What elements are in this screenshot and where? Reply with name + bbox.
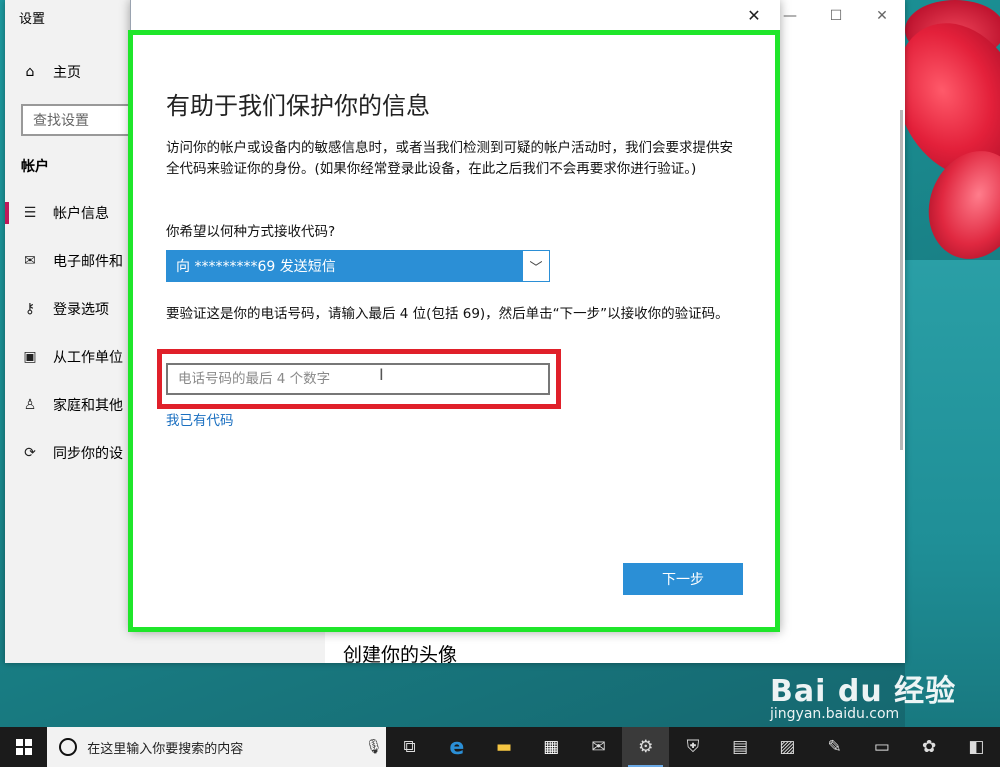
sidebar-item-label: 从工作单位 — [53, 350, 123, 366]
sidebar-item-signin-options[interactable]: ⚷ 登录选项 — [21, 297, 109, 321]
verify-instructions: 要验证这是你的电话号码，请输入最后 4 位(包括 69)，然后单击“下一步”以接… — [166, 306, 729, 322]
dialog-close-button[interactable]: ✕ — [742, 4, 766, 28]
start-button[interactable] — [0, 727, 47, 767]
watermark-url: jingyan.baidu.com — [770, 706, 900, 722]
text-cursor-icon: I — [379, 365, 384, 384]
search-placeholder: 查找设置 — [33, 113, 89, 129]
chevron-down-icon[interactable]: ﹀ — [522, 251, 549, 281]
window-controls: — ☐ ✕ — [767, 0, 905, 32]
key-icon: ⚷ — [24, 301, 36, 317]
sidebar-item-label: 主页 — [53, 65, 81, 81]
sidebar-item-label: 帐户信息 — [53, 206, 109, 222]
mail-app-icon[interactable]: ✉ — [575, 727, 622, 767]
person-card-icon: ☰ — [23, 205, 37, 221]
sidebar-item-account-info[interactable]: ☰ 帐户信息 — [21, 201, 109, 225]
section-heading: 帐户 — [21, 159, 49, 175]
window-title: 设置 — [19, 12, 46, 27]
next-button[interactable]: 下一步 — [623, 563, 743, 595]
sidebar-item-sync[interactable]: ⟳ 同步你的设 — [21, 441, 123, 465]
store-icon[interactable]: ▦ — [528, 727, 575, 767]
watermark-brand: Bai du 经验 — [770, 674, 957, 709]
document-app-icon[interactable]: ▨ — [764, 727, 811, 767]
windows-logo-icon — [15, 739, 32, 755]
sidebar-item-email[interactable]: ✉ 电子邮件和 — [21, 249, 123, 273]
edge-browser-icon[interactable]: e — [433, 727, 480, 767]
sidebar-item-home[interactable]: ⌂ 主页 — [21, 62, 81, 82]
mail-icon: ✉ — [24, 253, 36, 269]
last-four-digits-input[interactable] — [166, 363, 550, 395]
scrollbar[interactable] — [900, 110, 903, 450]
close-button[interactable]: ✕ — [859, 0, 905, 32]
sidebar-item-label: 家庭和其他 — [53, 398, 123, 414]
taskbar: 在这里输入你要搜索的内容 🎙 ⧉ e ▬ ▦ ✉ ⚙ ⛨ ▤ ▨ ✎ ▭ ✿ ◧ — [0, 727, 1000, 767]
sidebar-item-label: 登录选项 — [53, 302, 109, 318]
home-icon: ⌂ — [25, 64, 35, 80]
active-indicator — [5, 202, 9, 224]
wallpaper-region — [905, 260, 1000, 730]
settings-app-icon[interactable]: ⚙ — [622, 727, 670, 767]
network-app-icon[interactable]: ▭ — [858, 727, 905, 767]
selected-method: 向 *********69 发送短信 — [176, 259, 336, 275]
sidebar-item-label: 同步你的设 — [53, 446, 123, 462]
task-view-icon[interactable]: ⧉ — [386, 727, 433, 767]
sidebar-item-work-access[interactable]: ▣ 从工作单位 — [21, 345, 123, 369]
extra-app-icon[interactable]: ◧ — [953, 727, 1000, 767]
taskbar-search-text: 在这里输入你要搜索的内容 — [87, 741, 244, 757]
security-shield-icon[interactable]: ⛨ — [669, 727, 716, 767]
cortana-icon — [59, 738, 78, 756]
calculator-icon[interactable]: ▤ — [717, 727, 764, 767]
taskbar-search-box[interactable]: 在这里输入你要搜索的内容 🎙 — [47, 727, 386, 767]
briefcase-icon: ▣ — [23, 349, 37, 365]
sync-icon: ⟳ — [24, 445, 36, 461]
method-question: 你希望以何种方式接收代码? — [166, 224, 336, 240]
receive-method-dropdown[interactable]: 向 *********69 发送短信 ﹀ — [166, 250, 550, 282]
paint-app-icon[interactable]: ✎ — [811, 727, 858, 767]
microphone-icon[interactable]: 🎙 — [362, 739, 386, 755]
maximize-button[interactable]: ☐ — [813, 0, 859, 32]
person-add-icon: ♙ — [23, 397, 37, 413]
dialog-title: 有助于我们保护你的信息 — [166, 92, 430, 120]
palette-app-icon[interactable]: ✿ — [906, 727, 953, 767]
have-code-link[interactable]: 我已有代码 — [166, 409, 234, 429]
section-title-avatar: 创建你的头像 — [343, 644, 458, 666]
dialog-description: 访问你的帐户或设备内的敏感信息时，或者当我们检测到可疑的帐户活动时，我们会要求提… — [166, 140, 733, 177]
baidu-watermark: Bai du 经验 jingyan.baidu.com — [770, 666, 957, 722]
sidebar-item-family[interactable]: ♙ 家庭和其他 — [21, 393, 123, 417]
sidebar-item-label: 电子邮件和 — [53, 254, 123, 270]
file-explorer-icon[interactable]: ▬ — [480, 727, 527, 767]
